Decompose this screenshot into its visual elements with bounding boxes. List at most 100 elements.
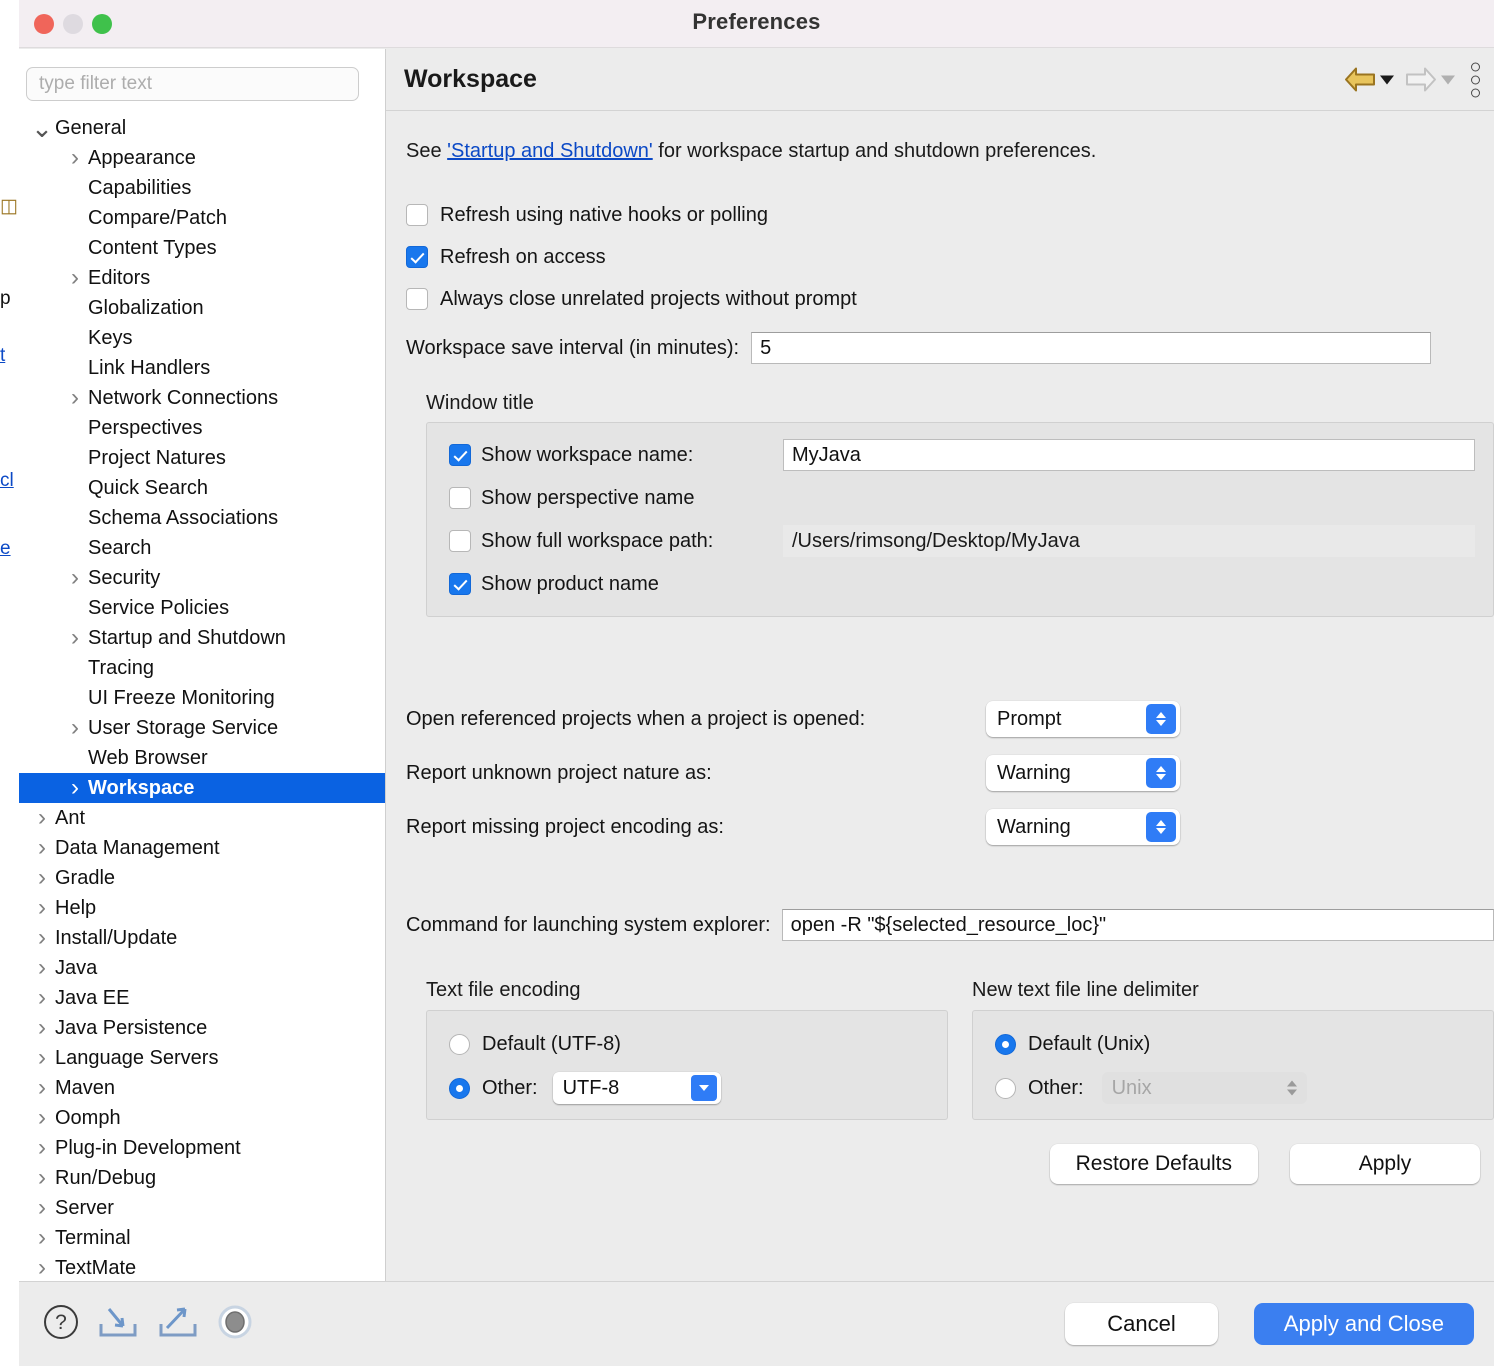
checkbox-always-close-unrelated-projects-without-prompt[interactable] bbox=[406, 288, 428, 310]
sidebar-item-appearance[interactable]: › Appearance bbox=[19, 143, 385, 173]
sidebar-item-terminal[interactable]: › Terminal bbox=[19, 1223, 385, 1253]
sidebar-item-java-persistence[interactable]: › Java Persistence bbox=[19, 1013, 385, 1043]
sidebar-item-language-servers[interactable]: › Language Servers bbox=[19, 1043, 385, 1073]
chevron-right-icon[interactable]: › bbox=[29, 836, 55, 860]
chevron-right-icon[interactable]: › bbox=[62, 266, 88, 290]
sidebar-item-data-management[interactable]: › Data Management bbox=[19, 833, 385, 863]
delimiter-default-radio[interactable] bbox=[995, 1033, 1016, 1055]
sidebar-item-tracing[interactable]: ›Tracing bbox=[19, 653, 385, 683]
checkbox-row[interactable]: Always close unrelated projects without … bbox=[406, 284, 1494, 314]
checkbox-show-product-name[interactable] bbox=[449, 573, 471, 595]
sidebar-item-java-ee[interactable]: › Java EE bbox=[19, 983, 385, 1013]
sidebar-item-plug-in-development[interactable]: › Plug-in Development bbox=[19, 1133, 385, 1163]
startup-shutdown-link[interactable]: 'Startup and Shutdown' bbox=[447, 140, 653, 162]
chevron-right-icon[interactable]: › bbox=[29, 1046, 55, 1070]
encoding-other-chevron-down-icon[interactable] bbox=[690, 1075, 717, 1101]
sidebar-item-network-connections[interactable]: › Network Connections bbox=[19, 383, 385, 413]
chevron-right-icon[interactable]: › bbox=[29, 1136, 55, 1160]
chevron-right-icon[interactable]: › bbox=[62, 386, 88, 410]
forward-button[interactable] bbox=[1400, 64, 1459, 96]
chevron-right-icon[interactable]: › bbox=[29, 1106, 55, 1130]
chevron-right-icon[interactable]: › bbox=[62, 776, 88, 800]
sidebar-item-quick-search[interactable]: ›Quick Search bbox=[19, 473, 385, 503]
sidebar-item-globalization[interactable]: ›Globalization bbox=[19, 293, 385, 323]
vertical-dots-menu-icon[interactable] bbox=[1461, 60, 1488, 99]
preferences-tree[interactable]: ⌄General›Appearance›Capabilities›Compare… bbox=[19, 113, 385, 1281]
sidebar-item-keys[interactable]: ›Keys bbox=[19, 323, 385, 353]
cancel-button[interactable]: Cancel bbox=[1065, 1303, 1218, 1345]
chevron-right-icon[interactable]: › bbox=[29, 1226, 55, 1250]
help-icon[interactable]: ? bbox=[41, 1302, 81, 1347]
sidebar-item-web-browser[interactable]: ›Web Browser bbox=[19, 743, 385, 773]
sidebar-item-link-handlers[interactable]: ›Link Handlers bbox=[19, 353, 385, 383]
encoding-default-row[interactable]: Default (UTF-8) bbox=[449, 1027, 947, 1061]
chevron-right-icon[interactable]: › bbox=[29, 986, 55, 1010]
chevron-right-icon[interactable]: › bbox=[29, 1076, 55, 1100]
sidebar-item-security[interactable]: › Security bbox=[19, 563, 385, 593]
sidebar-item-schema-associations[interactable]: ›Schema Associations bbox=[19, 503, 385, 533]
sidebar-item-startup-and-shutdown[interactable]: › Startup and Shutdown bbox=[19, 623, 385, 653]
chevron-right-icon[interactable]: › bbox=[29, 806, 55, 830]
import-preferences-icon[interactable] bbox=[95, 1302, 141, 1347]
chevron-right-icon[interactable]: › bbox=[62, 716, 88, 740]
chevron-up-down-icon[interactable] bbox=[1146, 812, 1176, 842]
window-title-row[interactable]: Show product name bbox=[449, 568, 1493, 600]
back-dropdown-caret-icon[interactable] bbox=[1380, 75, 1394, 84]
chevron-up-down-icon[interactable] bbox=[1146, 758, 1176, 788]
sidebar-item-editors[interactable]: › Editors bbox=[19, 263, 385, 293]
sidebar-item-compare-patch[interactable]: ›Compare/Patch bbox=[19, 203, 385, 233]
checkbox-show-perspective-name[interactable] bbox=[449, 487, 471, 509]
back-button[interactable] bbox=[1339, 64, 1398, 96]
sidebar-item-help[interactable]: › Help bbox=[19, 893, 385, 923]
checkbox-refresh-using-native-hooks-or-polling[interactable] bbox=[406, 204, 428, 226]
chevron-down-icon[interactable]: ⌄ bbox=[29, 115, 55, 141]
checkbox-row[interactable]: Refresh using native hooks or polling bbox=[406, 200, 1494, 230]
status-indicator-icon[interactable] bbox=[215, 1302, 255, 1347]
encoding-other-select[interactable]: UTF-8 bbox=[552, 1072, 721, 1104]
sidebar-item-service-policies[interactable]: ›Service Policies bbox=[19, 593, 385, 623]
encoding-other-radio[interactable] bbox=[449, 1077, 470, 1099]
chevron-right-icon[interactable]: › bbox=[29, 926, 55, 950]
chevron-right-icon[interactable]: › bbox=[62, 146, 88, 170]
apply-and-close-button[interactable]: Apply and Close bbox=[1253, 1303, 1474, 1345]
restore-defaults-button[interactable]: Restore Defaults bbox=[1049, 1144, 1258, 1184]
system-explorer-command-input[interactable] bbox=[781, 909, 1494, 941]
chevron-right-icon[interactable]: › bbox=[62, 566, 88, 590]
checkbox-refresh-on-access[interactable] bbox=[406, 246, 428, 268]
sidebar-item-content-types[interactable]: ›Content Types bbox=[19, 233, 385, 263]
window-title-row[interactable]: Show workspace name: bbox=[449, 439, 1493, 471]
delimiter-other-row[interactable]: Other: Unix bbox=[995, 1071, 1493, 1105]
sidebar-item-server[interactable]: › Server bbox=[19, 1193, 385, 1223]
checkbox-show-workspace-name[interactable] bbox=[449, 444, 471, 466]
sidebar-item-search[interactable]: ›Search bbox=[19, 533, 385, 563]
sidebar-item-oomph[interactable]: › Oomph bbox=[19, 1103, 385, 1133]
window-title-row[interactable]: Show full workspace path: bbox=[449, 525, 1493, 557]
apply-button[interactable]: Apply bbox=[1290, 1144, 1480, 1184]
sidebar-item-java[interactable]: › Java bbox=[19, 953, 385, 983]
chevron-right-icon[interactable]: › bbox=[29, 896, 55, 920]
sidebar-item-workspace[interactable]: › Workspace bbox=[19, 773, 385, 803]
chevron-right-icon[interactable]: › bbox=[29, 1196, 55, 1220]
chevron-up-down-icon[interactable] bbox=[1146, 704, 1176, 734]
workspace-name-field[interactable] bbox=[783, 439, 1475, 471]
chevron-right-icon[interactable]: › bbox=[29, 956, 55, 980]
export-preferences-icon[interactable] bbox=[155, 1302, 201, 1347]
save-interval-input[interactable] bbox=[751, 332, 1432, 364]
sidebar-item-general[interactable]: ⌄ General bbox=[19, 113, 385, 143]
chevron-right-icon[interactable]: › bbox=[29, 1016, 55, 1040]
sidebar-item-maven[interactable]: › Maven bbox=[19, 1073, 385, 1103]
dropdown-report-missing-project-encoding-as[interactable]: Warning bbox=[986, 809, 1180, 845]
delimiter-default-row[interactable]: Default (Unix) bbox=[995, 1027, 1493, 1061]
sidebar-item-perspectives[interactable]: ›Perspectives bbox=[19, 413, 385, 443]
sidebar-item-run-debug[interactable]: › Run/Debug bbox=[19, 1163, 385, 1193]
encoding-other-row[interactable]: Other: UTF-8 bbox=[449, 1071, 947, 1105]
sidebar-item-ui-freeze-monitoring[interactable]: ›UI Freeze Monitoring bbox=[19, 683, 385, 713]
chevron-right-icon[interactable]: › bbox=[29, 866, 55, 890]
encoding-default-radio[interactable] bbox=[449, 1033, 470, 1055]
sidebar-item-user-storage-service[interactable]: › User Storage Service bbox=[19, 713, 385, 743]
forward-dropdown-caret-icon[interactable] bbox=[1441, 75, 1455, 84]
sidebar-item-ant[interactable]: › Ant bbox=[19, 803, 385, 833]
sidebar-item-install-update[interactable]: › Install/Update bbox=[19, 923, 385, 953]
dropdown-report-unknown-project-nature-as[interactable]: Warning bbox=[986, 755, 1180, 791]
chevron-right-icon[interactable]: › bbox=[29, 1166, 55, 1190]
